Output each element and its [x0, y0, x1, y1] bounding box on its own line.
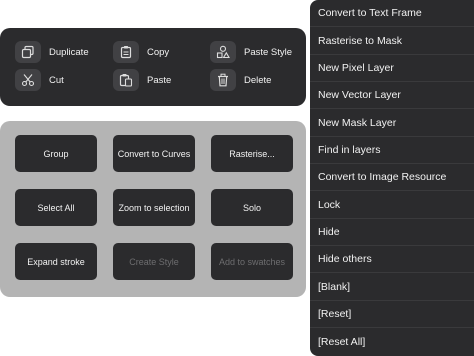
shapes-icon: [210, 41, 236, 63]
rasterise-button[interactable]: Rasterise...: [211, 135, 293, 172]
duplicate-button[interactable]: Duplicate: [15, 41, 89, 63]
convert-to-curves-button[interactable]: Convert to Curves: [113, 135, 195, 172]
layer-actions-panel: Group Convert to Curves Rasterise... Sel…: [0, 121, 306, 297]
clipboard-icon: [113, 41, 139, 63]
paste-icon: [113, 69, 139, 91]
menu-item-convert-to-image-resource[interactable]: Convert to Image Resource: [310, 164, 474, 192]
paste-style-button[interactable]: Paste Style: [210, 41, 292, 63]
scissors-icon: [15, 69, 41, 91]
delete-label: Delete: [244, 74, 272, 86]
delete-button[interactable]: Delete: [210, 69, 271, 91]
cut-label: Cut: [49, 74, 64, 86]
trash-icon: [210, 69, 236, 91]
copy-label: Copy: [147, 46, 170, 58]
menu-item-convert-to-text-frame[interactable]: Convert to Text Frame: [310, 0, 474, 28]
copy-button[interactable]: Copy: [113, 41, 169, 63]
select-all-button[interactable]: Select All: [15, 189, 97, 226]
duplicate-icon: [15, 41, 41, 63]
menu-item-hide-others[interactable]: Hide others: [310, 246, 474, 274]
group-button[interactable]: Group: [15, 135, 97, 172]
expand-stroke-button[interactable]: Expand stroke: [15, 243, 97, 280]
menu-item-new-mask-layer[interactable]: New Mask Layer: [310, 109, 474, 137]
paste-label: Paste: [147, 74, 172, 86]
menu-item-reset-all[interactable]: [Reset All]: [310, 328, 474, 355]
context-menu: Convert to Text Frame Rasterise to Mask …: [310, 0, 474, 356]
menu-item-lock[interactable]: Lock: [310, 191, 474, 219]
create-style-button[interactable]: Create Style: [113, 243, 195, 280]
cut-button[interactable]: Cut: [15, 69, 64, 91]
menu-item-reset[interactable]: [Reset]: [310, 301, 474, 329]
menu-item-find-in-layers[interactable]: Find in layers: [310, 137, 474, 165]
paste-style-label: Paste Style: [244, 46, 293, 58]
add-to-swatches-button[interactable]: Add to swatches: [211, 243, 293, 280]
paste-button[interactable]: Paste: [113, 69, 171, 91]
menu-item-blank[interactable]: [Blank]: [310, 273, 474, 301]
duplicate-label: Duplicate: [49, 46, 89, 58]
zoom-to-selection-button[interactable]: Zoom to selection: [113, 189, 195, 226]
menu-item-new-vector-layer[interactable]: New Vector Layer: [310, 82, 474, 110]
menu-item-hide[interactable]: Hide: [310, 219, 474, 247]
quick-actions-panel: Duplicate Copy Paste Style Cut Paste Del…: [0, 28, 306, 106]
solo-button[interactable]: Solo: [211, 189, 293, 226]
menu-item-rasterise-to-mask[interactable]: Rasterise to Mask: [310, 27, 474, 55]
menu-item-new-pixel-layer[interactable]: New Pixel Layer: [310, 55, 474, 83]
popover-arrow: [293, 149, 303, 167]
